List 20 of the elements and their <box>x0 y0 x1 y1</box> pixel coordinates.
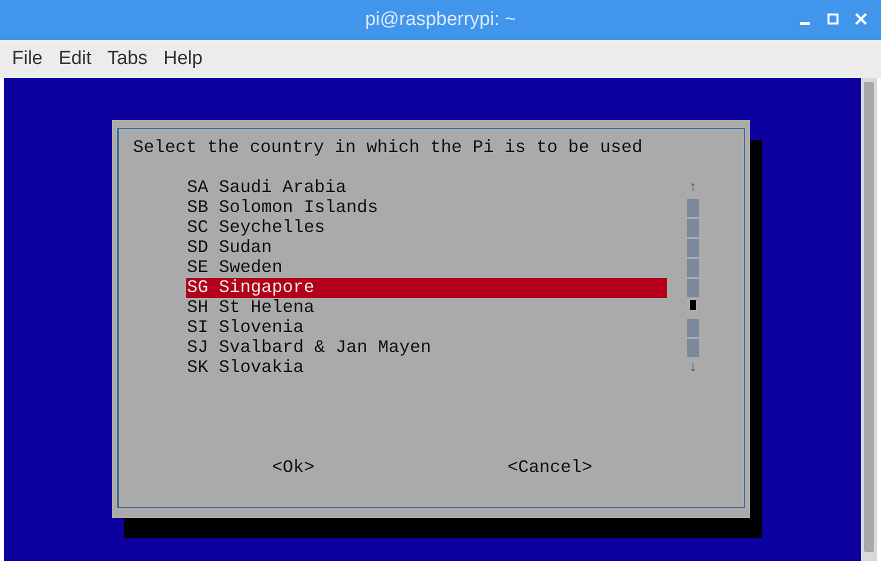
country-option[interactable]: SK Slovakia <box>186 358 667 378</box>
menu-item[interactable]: Edit <box>50 48 100 70</box>
country-option[interactable]: SG Singapore <box>186 278 667 298</box>
menu-item[interactable]: Tabs <box>99 48 156 70</box>
country-option[interactable]: SH St Helena <box>186 298 667 318</box>
menu-item[interactable]: File <box>4 48 51 70</box>
country-option[interactable]: SD Sudan <box>186 238 667 258</box>
menu-item[interactable]: Help <box>156 48 211 70</box>
dialog-button[interactable]: <Cancel> <box>507 458 592 478</box>
dialog-prompt: Select the country in which the Pi is to be used <box>133 138 642 158</box>
country-option[interactable]: SC Seychelles <box>186 218 667 238</box>
window-title: pi@raspberrypi: ~ <box>365 9 516 31</box>
dialog-button[interactable]: <Ok> <box>272 458 314 478</box>
maximize-icon[interactable] <box>827 12 839 26</box>
close-icon[interactable] <box>855 12 867 26</box>
country-option[interactable]: SE Sweden <box>186 258 667 278</box>
country-option[interactable]: SJ Svalbard & Jan Mayen <box>186 338 667 358</box>
country-option[interactable]: SA Saudi Arabia <box>186 178 667 198</box>
country-option[interactable]: SI Slovenia <box>186 318 667 338</box>
country-option[interactable]: SB Solomon Islands <box>186 198 667 218</box>
